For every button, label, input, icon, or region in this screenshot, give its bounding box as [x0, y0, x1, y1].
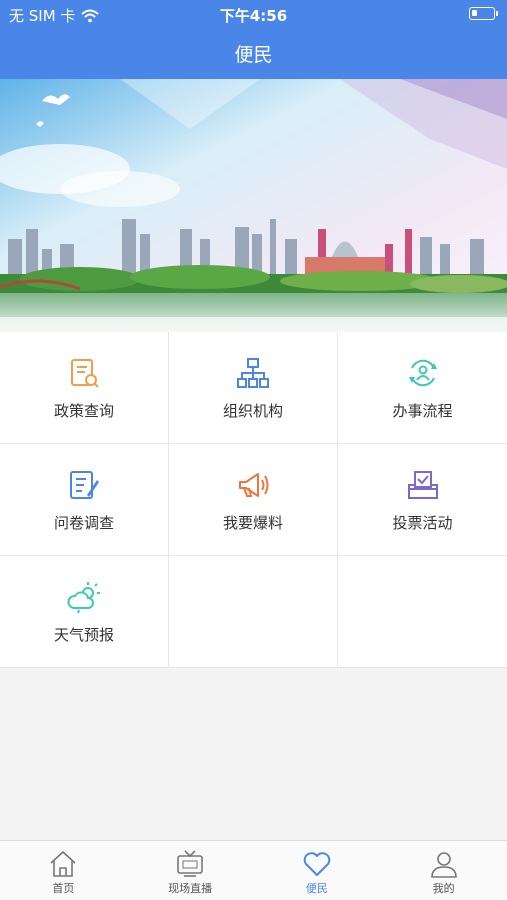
service-label: 投票活动	[392, 514, 453, 532]
city-banner-image[interactable]	[0, 79, 507, 332]
survey-icon	[70, 471, 99, 499]
policy-search-icon	[71, 359, 99, 388]
empty-cell	[338, 556, 507, 668]
tab-home[interactable]: 首页	[0, 841, 127, 900]
service-weather[interactable]: 天气预报	[0, 556, 169, 668]
tab-label: 便民	[305, 882, 328, 895]
status-bar: 无 SIM 卡 下午4:56	[0, 0, 507, 28]
tab-convenience[interactable]: 便民	[254, 841, 381, 900]
tab-label: 现场直播	[168, 882, 213, 895]
process-cycle-icon	[408, 359, 437, 387]
service-label: 组织机构	[222, 402, 283, 420]
service-label: 我要爆料	[222, 514, 283, 532]
service-label: 政策查询	[53, 402, 114, 420]
status-time: 下午4:56	[219, 7, 288, 25]
megaphone-icon	[239, 473, 269, 497]
service-grid: 政策查询 组织机构 办事流程 问卷调查 我要爆料 投票活动 天气预报	[0, 332, 507, 668]
bottom-tab-bar: 首页 现场直播 便民 我的	[0, 840, 507, 900]
tab-label: 我的	[432, 882, 455, 895]
service-report-tip[interactable]: 我要爆料	[169, 444, 338, 556]
empty-cell	[169, 556, 338, 668]
service-voting[interactable]: 投票活动	[338, 444, 507, 556]
service-survey[interactable]: 问卷调查	[0, 444, 169, 556]
live-tv-icon	[177, 850, 203, 877]
battery-icon	[469, 7, 498, 20]
service-process-flow[interactable]: 办事流程	[338, 332, 507, 444]
app-header: 无 SIM 卡 下午4:56 便民	[0, 0, 507, 79]
org-chart-icon	[237, 358, 269, 388]
heart-icon	[303, 852, 331, 876]
tab-live[interactable]: 现场直播	[127, 841, 254, 900]
user-icon	[430, 852, 457, 878]
weather-icon	[67, 582, 100, 614]
tab-label: 首页	[52, 882, 75, 895]
service-label: 问卷调查	[53, 514, 114, 532]
service-policy-search[interactable]: 政策查询	[0, 332, 169, 444]
page-title: 便民	[234, 44, 273, 66]
service-label: 办事流程	[392, 402, 453, 420]
home-icon	[50, 850, 76, 877]
tab-mine[interactable]: 我的	[380, 841, 507, 900]
service-label: 天气预报	[53, 626, 114, 644]
ballot-box-icon	[407, 471, 438, 499]
service-org-structure[interactable]: 组织机构	[169, 332, 338, 444]
